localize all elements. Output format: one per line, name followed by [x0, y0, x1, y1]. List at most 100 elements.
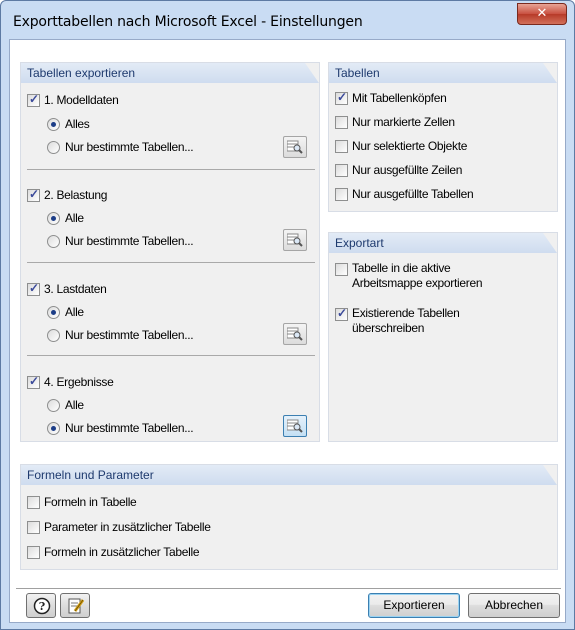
ergebnisse-table-select-button[interactable] [283, 415, 307, 437]
marked-cells-label: Nur markierte Zellen [352, 115, 455, 129]
overwrite-tables-label-line1: Existierende Tabellen [352, 306, 460, 320]
export-button[interactable]: Exportieren [368, 593, 460, 618]
ergebnisse-all-radio-dot[interactable] [47, 398, 60, 412]
tables-group: Tabellen Mit Tabellenköpfen Nur markiert… [328, 62, 558, 212]
lastdaten-all-radio[interactable]: Alle [47, 305, 84, 319]
selected-objects-label: Nur selektierte Objekte [352, 139, 468, 153]
modelldaten-specific-label: Nur bestimmte Tabellen... [65, 140, 194, 154]
help-button[interactable]: ? [26, 593, 56, 618]
parameters-extra-table-checkbox[interactable]: Parameter in zusätzlicher Tabelle [27, 520, 211, 534]
active-workbook-label: Tabelle in die aktive Arbeitsmappe expor… [352, 261, 483, 291]
dialog-body: Tabellen exportieren 1. Modelldaten Alle… [9, 39, 566, 623]
belastung-specific-label: Nur bestimmte Tabellen... [65, 234, 194, 248]
section-separator [27, 262, 315, 263]
lastdaten-checkbox[interactable]: 3. Lastdaten [27, 281, 107, 296]
marked-cells-check-box[interactable] [335, 115, 348, 129]
edit-button[interactable] [60, 593, 90, 618]
belastung-checkbox[interactable]: 2. Belastung [27, 187, 108, 202]
belastung-label: 2. Belastung [44, 188, 108, 202]
formulas-extra-table-checkbox[interactable]: Formeln in zusätzlicher Tabelle [27, 545, 200, 559]
belastung-specific-radio-dot[interactable] [47, 234, 60, 248]
help-icon: ? [33, 597, 51, 615]
belastung-all-radio[interactable]: Alle [47, 211, 84, 225]
lastdaten-specific-radio-dot[interactable] [47, 328, 60, 342]
selected-objects-checkbox[interactable]: Nur selektierte Objekte [335, 139, 467, 153]
table-search-icon [287, 327, 303, 341]
table-search-icon [287, 233, 303, 247]
modelldaten-all-radio-dot[interactable] [47, 117, 60, 131]
overwrite-tables-label-line2: überschreiben [352, 321, 425, 335]
modelldaten-all-label: Alles [65, 117, 90, 131]
active-workbook-checkbox[interactable]: Tabelle in die aktive Arbeitsmappe expor… [335, 261, 483, 291]
formulas-extra-table-label: Formeln in zusätzlicher Tabelle [44, 545, 200, 559]
close-button[interactable]: ✕ [517, 3, 567, 25]
export-type-group: Exportart Tabelle in die aktive Arbeitsm… [328, 232, 558, 442]
belastung-all-radio-dot[interactable] [47, 211, 60, 225]
filled-tables-checkbox[interactable]: Nur ausgefüllte Tabellen [335, 187, 474, 201]
modelldaten-specific-radio-dot[interactable] [47, 140, 60, 154]
active-workbook-label-line1: Tabelle in die aktive [352, 261, 451, 275]
ergebnisse-specific-radio[interactable]: Nur bestimmte Tabellen... [47, 421, 194, 435]
ergebnisse-all-label: Alle [65, 398, 84, 412]
belastung-check-box[interactable] [27, 187, 40, 202]
filled-rows-label: Nur ausgefüllte Zeilen [352, 163, 463, 177]
marked-cells-checkbox[interactable]: Nur markierte Zellen [335, 115, 455, 129]
table-headers-label: Mit Tabellenköpfen [352, 91, 447, 105]
edit-icon [68, 598, 85, 614]
title-bar[interactable]: Exporttabellen nach Microsoft Excel - Ei… [1, 1, 574, 39]
window-title: Exporttabellen nach Microsoft Excel - Ei… [13, 14, 363, 30]
belastung-specific-radio[interactable]: Nur bestimmte Tabellen... [47, 234, 194, 248]
tables-group-title: Tabellen [329, 63, 557, 83]
overwrite-tables-checkbox[interactable]: Existierende Tabellen überschreiben [335, 306, 460, 336]
modelldaten-specific-radio[interactable]: Nur bestimmte Tabellen... [47, 140, 194, 154]
formulas-extra-table-check-box[interactable] [27, 545, 40, 559]
table-headers-check-box[interactable] [335, 90, 348, 105]
lastdaten-specific-radio[interactable]: Nur bestimmte Tabellen... [47, 328, 194, 342]
active-workbook-label-line2: Arbeitsmappe exportieren [352, 276, 483, 290]
lastdaten-all-label: Alle [65, 305, 84, 319]
belastung-table-select-button[interactable] [283, 229, 307, 251]
export-tables-group: Tabellen exportieren 1. Modelldaten Alle… [20, 62, 320, 442]
ergebnisse-specific-label: Nur bestimmte Tabellen... [65, 421, 194, 435]
table-headers-checkbox[interactable]: Mit Tabellenköpfen [335, 90, 447, 105]
export-type-group-title: Exportart [329, 233, 557, 253]
filled-tables-label: Nur ausgefüllte Tabellen [352, 187, 474, 201]
ergebnisse-all-radio[interactable]: Alle [47, 398, 84, 412]
filled-rows-checkbox[interactable]: Nur ausgefüllte Zeilen [335, 163, 462, 177]
ergebnisse-label: 4. Ergebnisse [44, 375, 114, 389]
modelldaten-all-radio[interactable]: Alles [47, 117, 90, 131]
formulas-in-table-label: Formeln in Tabelle [44, 495, 137, 509]
modelldaten-check-box[interactable] [27, 92, 40, 107]
table-search-icon [287, 140, 303, 154]
section-separator [27, 169, 315, 170]
filled-tables-check-box[interactable] [335, 187, 348, 201]
lastdaten-specific-label: Nur bestimmte Tabellen... [65, 328, 194, 342]
table-search-icon [287, 419, 303, 433]
modelldaten-table-select-button[interactable] [283, 136, 307, 158]
lastdaten-check-box[interactable] [27, 281, 40, 296]
dialog-window: Exporttabellen nach Microsoft Excel - Ei… [0, 0, 575, 630]
belastung-all-label: Alle [65, 211, 84, 225]
ergebnisse-checkbox[interactable]: 4. Ergebnisse [27, 374, 114, 389]
lastdaten-all-radio-dot[interactable] [47, 305, 60, 319]
parameters-extra-table-label: Parameter in zusätzlicher Tabelle [44, 520, 211, 534]
modelldaten-label: 1. Modelldaten [44, 93, 119, 107]
ergebnisse-specific-radio-dot[interactable] [47, 421, 60, 435]
overwrite-tables-label: Existierende Tabellen überschreiben [352, 306, 460, 336]
formulas-group-title: Formeln und Parameter [21, 465, 557, 485]
formulas-in-table-checkbox[interactable]: Formeln in Tabelle [27, 495, 137, 509]
lastdaten-table-select-button[interactable] [283, 323, 307, 345]
formulas-in-table-check-box[interactable] [27, 495, 40, 509]
export-tables-group-title: Tabellen exportieren [21, 63, 319, 83]
svg-text:?: ? [39, 600, 45, 613]
cancel-button[interactable]: Abbrechen [468, 593, 560, 618]
parameters-extra-table-check-box[interactable] [27, 520, 40, 534]
footer-separator [16, 588, 561, 589]
filled-rows-check-box[interactable] [335, 163, 348, 177]
modelldaten-checkbox[interactable]: 1. Modelldaten [27, 92, 119, 107]
selected-objects-check-box[interactable] [335, 139, 348, 153]
overwrite-tables-check-box[interactable] [335, 306, 348, 321]
section-separator [27, 355, 315, 356]
ergebnisse-check-box[interactable] [27, 374, 40, 389]
active-workbook-check-box[interactable] [335, 263, 348, 276]
